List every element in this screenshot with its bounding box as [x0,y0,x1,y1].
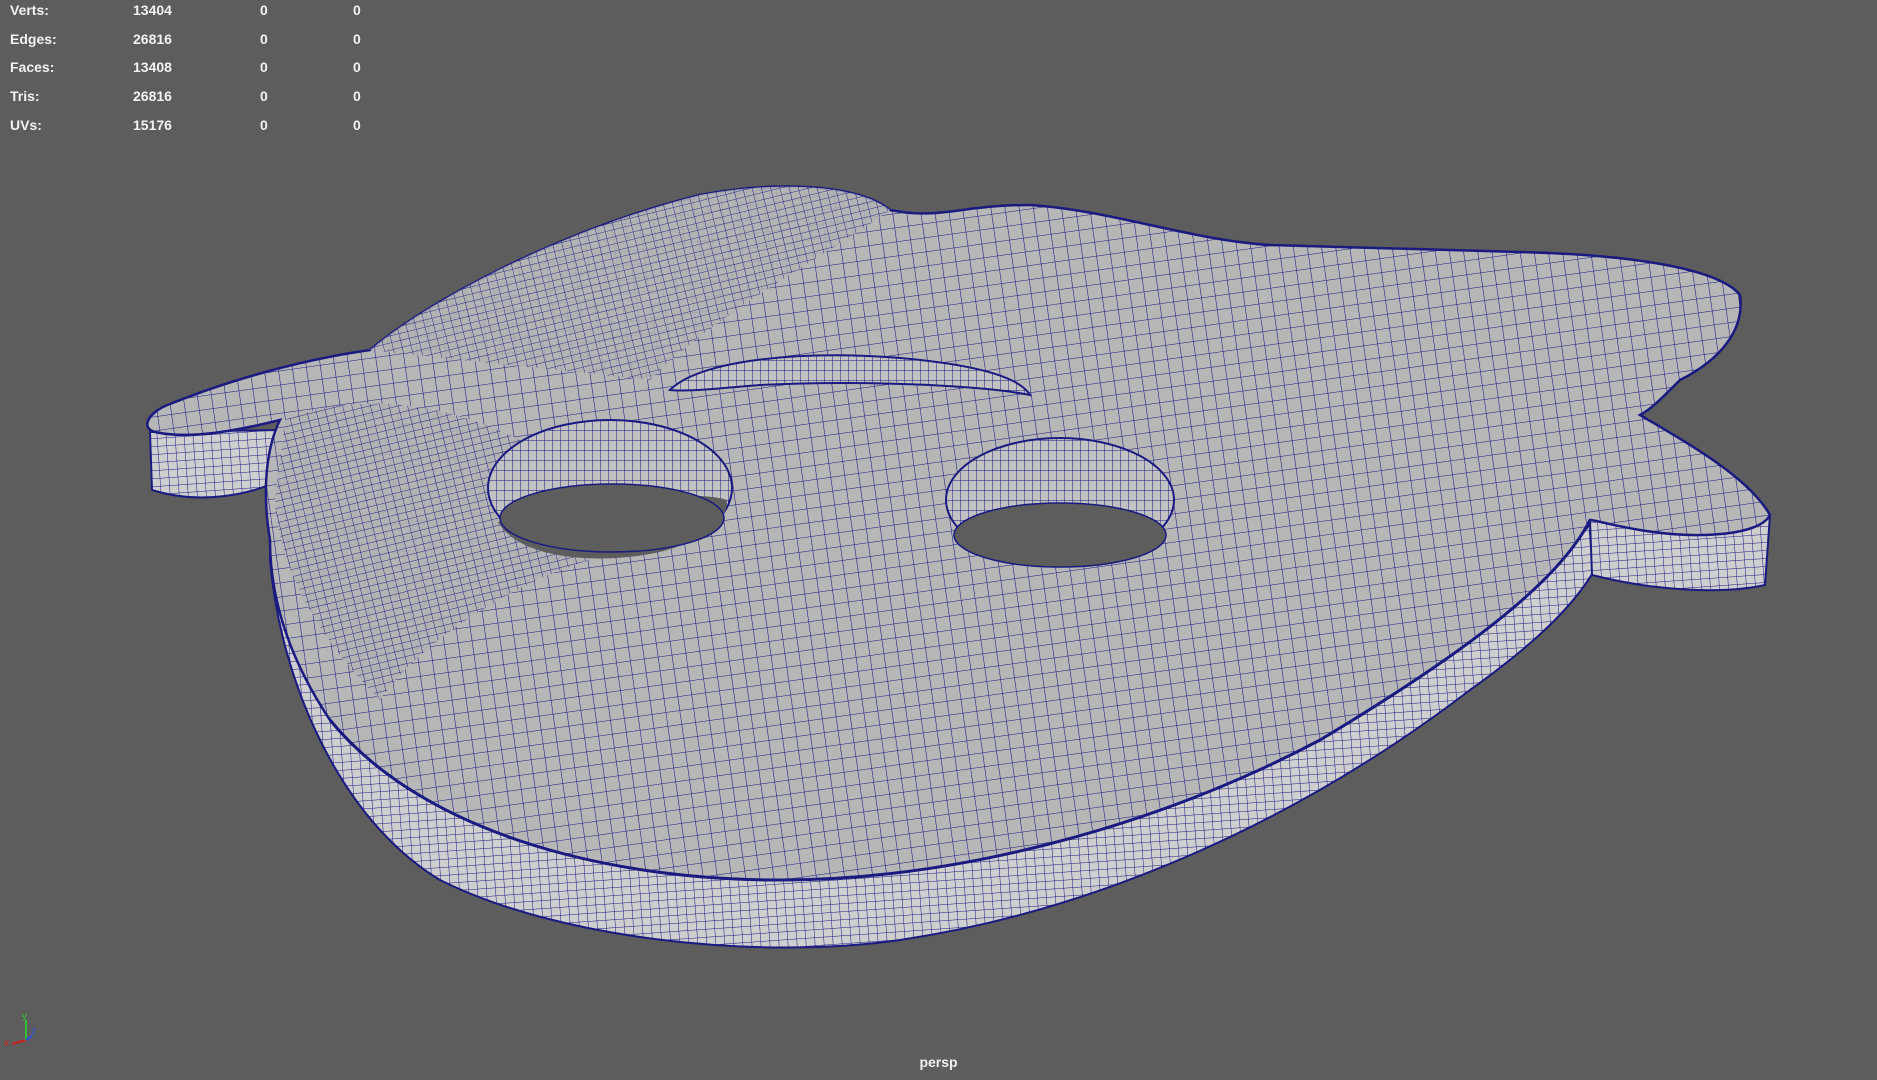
hud-label: Faces: [10,59,55,76]
hud-value-object: 13408 [133,59,172,76]
axis-x-label: x [4,1038,9,1049]
hud-value-selected: 0 [260,2,268,18]
mesh-object[interactable] [0,0,1877,1080]
hud-value-component: 0 [353,116,361,133]
axis-z-label: z [31,1026,36,1037]
mesh-right-eye-hole [945,437,1175,568]
mesh-left-eye-hole [487,419,733,559]
mesh-left-ear-side [148,428,284,499]
axis-y-label: y [22,1011,27,1022]
hud-value-selected: 0 [260,30,268,47]
hud-value-component: 0 [353,59,361,76]
hud-value-object: 13404 [133,2,172,18]
axis-gizmo-icon: x y z [4,1011,36,1049]
hud-value-object: 15176 [133,116,172,133]
hud-label: Verts: [10,2,49,18]
axis-x-line [11,1039,27,1045]
hud-value-object: 26816 [133,30,172,47]
hud-value-object: 26816 [133,88,172,105]
hud-value-selected: 0 [260,116,268,133]
hud-label: Edges: [10,30,57,47]
camera-label: persp [919,1054,958,1070]
hud-value-selected: 0 [260,88,268,105]
hud-value-component: 0 [353,30,361,47]
hud-label: Tris: [10,88,40,105]
viewport-persp[interactable]: Verts: 13404 0 0 Edges: 26816 0 0 Faces:… [0,0,1877,1080]
hud-value-component: 0 [353,2,361,18]
hud-value-selected: 0 [260,59,268,76]
hud-value-component: 0 [353,88,361,105]
hud-label: UVs: [10,116,42,133]
